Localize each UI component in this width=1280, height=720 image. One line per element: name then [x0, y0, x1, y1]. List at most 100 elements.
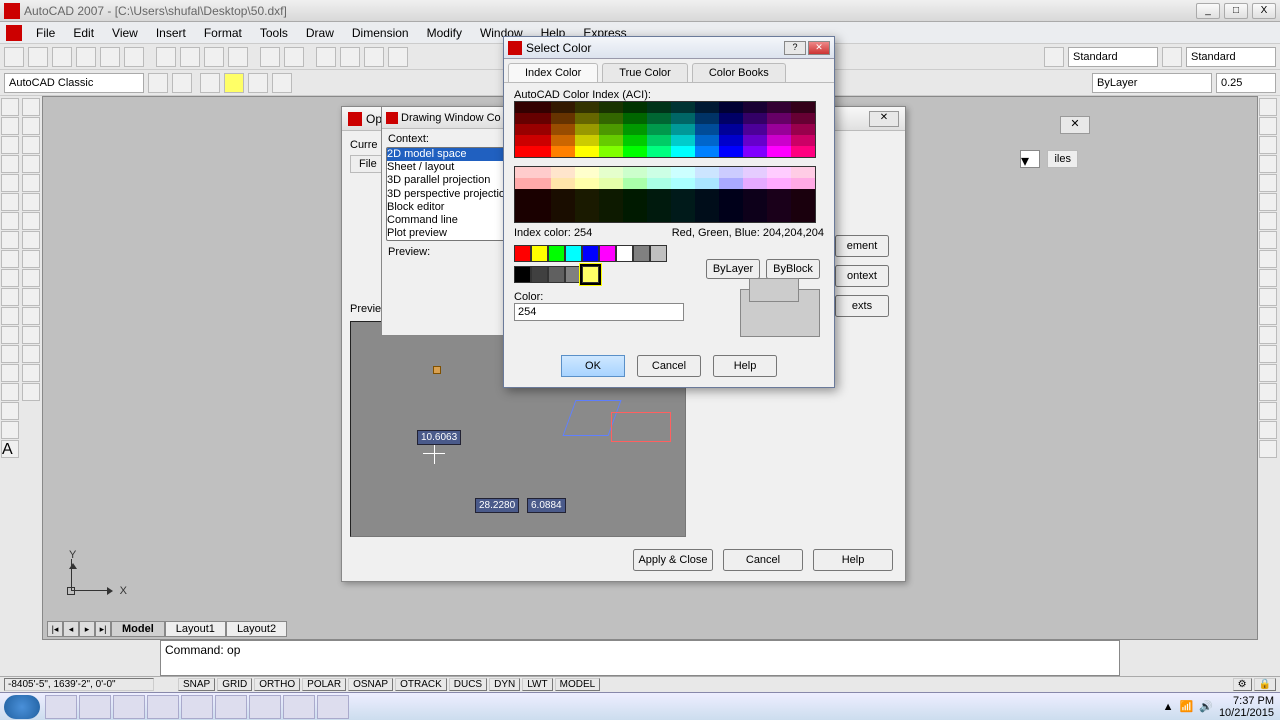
aci-swatch[interactable]	[527, 200, 539, 211]
aci-swatch[interactable]	[647, 200, 659, 211]
aci-swatch[interactable]	[707, 211, 719, 222]
aci-swatch[interactable]	[683, 200, 695, 211]
aci-swatch[interactable]	[635, 124, 647, 135]
aci-swatch[interactable]	[659, 189, 671, 200]
aci-swatch[interactable]	[659, 167, 671, 178]
aci-swatch[interactable]	[791, 146, 803, 157]
insert-block-icon[interactable]	[1, 307, 19, 325]
aci-swatch[interactable]	[671, 113, 683, 124]
aci-swatch[interactable]	[575, 146, 587, 157]
tab-last-icon[interactable]: ▸|	[95, 621, 111, 637]
aci-swatch[interactable]	[767, 102, 779, 113]
status-lock-icon[interactable]: 🔒	[1254, 678, 1276, 691]
tool-palette-icon[interactable]	[172, 73, 192, 93]
aci-swatch[interactable]	[695, 102, 707, 113]
taskbar-app3-icon[interactable]	[283, 695, 315, 719]
aci-swatch[interactable]	[515, 135, 527, 146]
taskbar-chrome-icon[interactable]	[181, 695, 213, 719]
osnap-toggle[interactable]: OSNAP	[348, 678, 393, 691]
aci-swatch[interactable]	[515, 124, 527, 135]
gray-swatch[interactable]	[548, 266, 565, 283]
aci-swatch[interactable]	[551, 178, 563, 189]
aci-swatch[interactable]	[779, 135, 791, 146]
aci-swatch[interactable]	[731, 189, 743, 200]
aci-swatch[interactable]	[791, 113, 803, 124]
aci-swatch[interactable]	[695, 167, 707, 178]
bylayer-button[interactable]: ByLayer	[706, 259, 760, 279]
aci-swatch[interactable]	[743, 102, 755, 113]
aci-swatch[interactable]	[731, 167, 743, 178]
aci-swatch[interactable]	[791, 135, 803, 146]
aci-swatch[interactable]	[635, 102, 647, 113]
move-icon[interactable]	[22, 193, 40, 211]
dim-baseline-icon[interactable]	[1259, 269, 1277, 287]
taskbar-app2-icon[interactable]	[249, 695, 281, 719]
aci-swatch[interactable]	[623, 211, 635, 222]
dim-ordinate-icon[interactable]	[1259, 155, 1277, 173]
snap-toggle[interactable]: SNAP	[178, 678, 215, 691]
aci-swatch[interactable]	[683, 211, 695, 222]
aci-swatch[interactable]	[779, 189, 791, 200]
restore-context-button[interactable]: ontext	[835, 265, 889, 287]
aci-swatch[interactable]	[803, 102, 815, 113]
aci-swatch[interactable]	[647, 146, 659, 157]
taskbar-explorer-icon[interactable]	[79, 695, 111, 719]
sc-cancel-button[interactable]: Cancel	[637, 355, 701, 377]
xline-icon[interactable]	[1, 117, 19, 135]
aci-swatch[interactable]	[599, 167, 611, 178]
aci-swatch[interactable]	[623, 146, 635, 157]
aci-swatch[interactable]	[611, 124, 623, 135]
system-clock[interactable]: 7:37 PM 10/21/2015	[1219, 695, 1274, 719]
dim-update-icon[interactable]	[1259, 421, 1277, 439]
aci-swatch[interactable]	[635, 178, 647, 189]
gray-swatch[interactable]	[531, 266, 548, 283]
aci-swatch[interactable]	[539, 135, 551, 146]
aci-swatch[interactable]	[563, 146, 575, 157]
close-button[interactable]: X	[1252, 3, 1276, 19]
aci-swatch[interactable]	[779, 200, 791, 211]
aci-swatch[interactable]	[683, 102, 695, 113]
explode-icon[interactable]	[22, 383, 40, 401]
print-icon[interactable]	[76, 47, 96, 67]
aci-swatch[interactable]	[515, 200, 527, 211]
options-help-button[interactable]: Help	[813, 549, 893, 571]
gray-swatch[interactable]	[514, 266, 531, 283]
polyline-icon[interactable]	[1, 136, 19, 154]
std-color-swatch[interactable]	[531, 245, 548, 262]
point-icon[interactable]	[1, 345, 19, 363]
aci-swatch[interactable]	[659, 178, 671, 189]
region-icon[interactable]	[1, 402, 19, 420]
aci-swatch[interactable]	[719, 135, 731, 146]
aci-swatch[interactable]	[755, 124, 767, 135]
status-tray-icon[interactable]: ⚙	[1233, 678, 1252, 691]
aci-swatch[interactable]	[623, 189, 635, 200]
menu-dimension[interactable]: Dimension	[344, 24, 417, 42]
aci-swatch[interactable]	[587, 167, 599, 178]
aci-swatch[interactable]	[599, 178, 611, 189]
tab-prev-icon[interactable]: ◂	[63, 621, 79, 637]
aci-swatch[interactable]	[731, 200, 743, 211]
aci-swatch[interactable]	[647, 211, 659, 222]
aci-swatch[interactable]	[803, 167, 815, 178]
layer-freeze-icon[interactable]	[248, 73, 268, 93]
menu-modify[interactable]: Modify	[419, 24, 470, 42]
break-icon[interactable]	[22, 307, 40, 325]
aci-swatch[interactable]	[719, 211, 731, 222]
std-color-swatch[interactable]	[616, 245, 633, 262]
aci-swatch[interactable]	[551, 124, 563, 135]
aci-swatch[interactable]	[731, 135, 743, 146]
tab-next-icon[interactable]: ▸	[79, 621, 95, 637]
aci-swatch[interactable]	[527, 167, 539, 178]
publish-icon[interactable]	[124, 47, 144, 67]
dim-text-edit-icon[interactable]	[1259, 402, 1277, 420]
menu-insert[interactable]: Insert	[148, 24, 194, 42]
aci-swatch[interactable]	[611, 200, 623, 211]
revcloud-icon[interactable]	[1, 231, 19, 249]
aci-swatch[interactable]	[647, 113, 659, 124]
aci-swatch[interactable]	[803, 146, 815, 157]
aci-swatch[interactable]	[539, 211, 551, 222]
mirror-icon[interactable]	[22, 136, 40, 154]
aci-swatch[interactable]	[803, 211, 815, 222]
aci-swatch[interactable]	[635, 211, 647, 222]
menu-format[interactable]: Format	[196, 24, 250, 42]
